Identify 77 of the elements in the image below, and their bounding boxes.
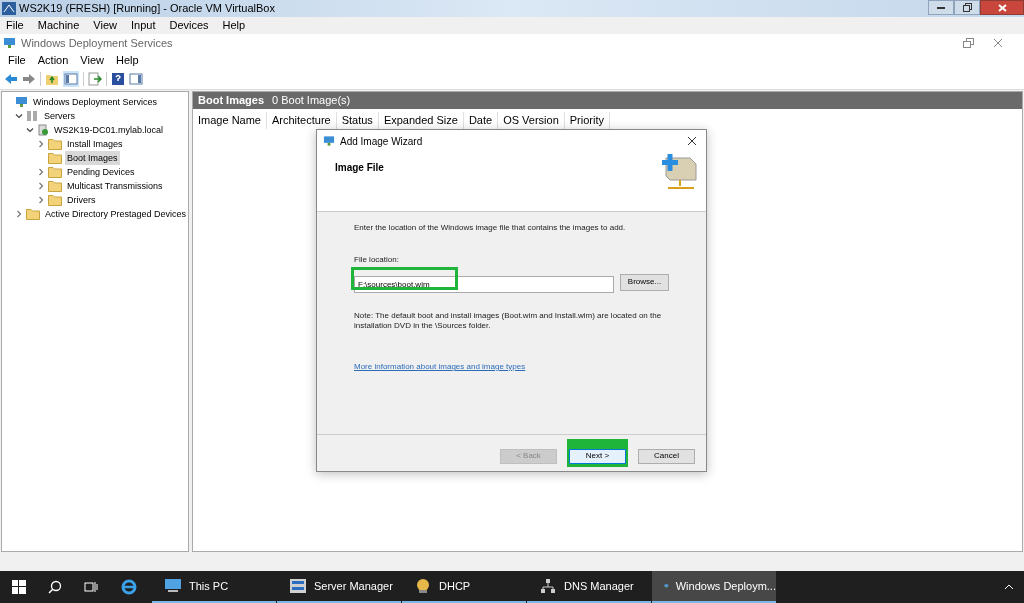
network-icon [539,578,557,594]
folder-icon [48,180,62,192]
server-icon [37,124,49,136]
tree-item[interactable]: Multicast Transmissions [65,179,165,193]
minimize-icon [937,6,945,9]
browser-e-icon[interactable] [120,578,138,596]
menu-item[interactable]: Help [115,51,139,69]
server-rack-icon [289,578,307,594]
wizard-button[interactable]: Next > [569,448,626,464]
restore-button[interactable] [954,0,980,15]
server-rack-icon [26,110,39,122]
tree-pane-icon[interactable] [64,71,78,86]
taskbar-app-button[interactable]: Windows Deploym... [652,571,776,603]
computer-icon [323,135,335,147]
restore-icon [962,3,972,12]
folder-icon [48,194,62,206]
window-title: WS2K19 (FRESH) [Running] - Oracle VM VirtualBox [19,1,275,17]
menu-item[interactable]: Input [130,17,156,34]
chevron-up-icon[interactable] [1004,584,1014,590]
tree-item[interactable]: Servers [42,109,77,123]
menu-item[interactable]: Devices [169,17,209,34]
menu-item[interactable]: File [6,17,24,34]
tree-item[interactable]: Drivers [65,193,98,207]
chevron-down-icon[interactable] [15,112,23,120]
folder-icon [48,138,62,150]
virtualbox-icon [2,2,16,15]
window-title: Windows Deployment Services [21,35,173,51]
windows-start-icon[interactable] [12,580,26,594]
column-header[interactable]: Image Name [193,112,267,129]
wizard-button[interactable]: Cancel [638,448,695,464]
back-arrow-icon[interactable] [4,71,18,86]
folder-icon [26,208,40,220]
close-icon[interactable] [687,136,697,146]
chevron-right-icon[interactable] [15,210,23,218]
menu-item[interactable]: Machine [37,17,80,34]
tree-item[interactable]: Boot Images [65,151,120,165]
chevron-down-icon[interactable] [26,126,34,134]
chevron-right-icon[interactable] [37,168,45,176]
menu-item[interactable]: Action [37,51,69,69]
menu-item[interactable]: View [93,17,117,34]
help-link[interactable]: More information about images and image types [354,361,669,373]
chevron-right-icon[interactable] [37,140,45,148]
instruction-text: Enter the location of the Windows image file that contains the images to add. [354,222,627,234]
note-text: Note: The default boot and install images (Boot.wim and Install.wim) are located on the installation DVD in the \Sources folder. [354,311,663,331]
task-view-icon[interactable] [84,580,98,594]
menu-item[interactable]: View [80,51,104,69]
tree-item[interactable]: Pending Devices [65,165,137,179]
monitor-icon [164,578,182,594]
item-count: 0 Boot Image(s) [272,93,351,109]
restore-icon[interactable] [963,38,975,48]
tree-item[interactable]: Install Images [65,137,125,151]
chevron-right-icon[interactable] [37,196,45,204]
folder-icon [48,152,62,164]
tree-item[interactable]: WS2K19-DC01.mylab.local [52,123,166,137]
folder-icon [48,166,62,178]
close-button[interactable] [980,0,1024,15]
tree-item[interactable]: Active Directory Prestaged Devices [43,207,189,221]
action-pane-icon[interactable] [129,71,143,86]
file-location-field[interactable]: F:\sources\boot.wim [354,276,614,293]
computer-icon [3,37,16,49]
tree-item[interactable]: Windows Deployment Services [31,95,160,109]
field-label: File location: [354,254,400,266]
search-icon[interactable] [48,580,62,594]
close-icon [997,3,1007,12]
chevron-right-icon[interactable] [37,182,45,190]
export-icon[interactable] [88,71,102,86]
browse-button[interactable]: Browse... [620,273,669,291]
page-heading: Image File [335,161,384,175]
minimize-button[interactable] [928,0,954,15]
menu-item[interactable]: Help [222,17,246,34]
menu-item[interactable]: File [8,51,26,69]
image-add-drawing [660,152,698,192]
help-icon[interactable] [111,71,125,86]
pane-title: Boot Images [198,93,264,109]
computer-icon [15,96,28,108]
forward-arrow-icon[interactable] [22,71,36,86]
dialog-title: Add Image Wizard [340,134,423,149]
